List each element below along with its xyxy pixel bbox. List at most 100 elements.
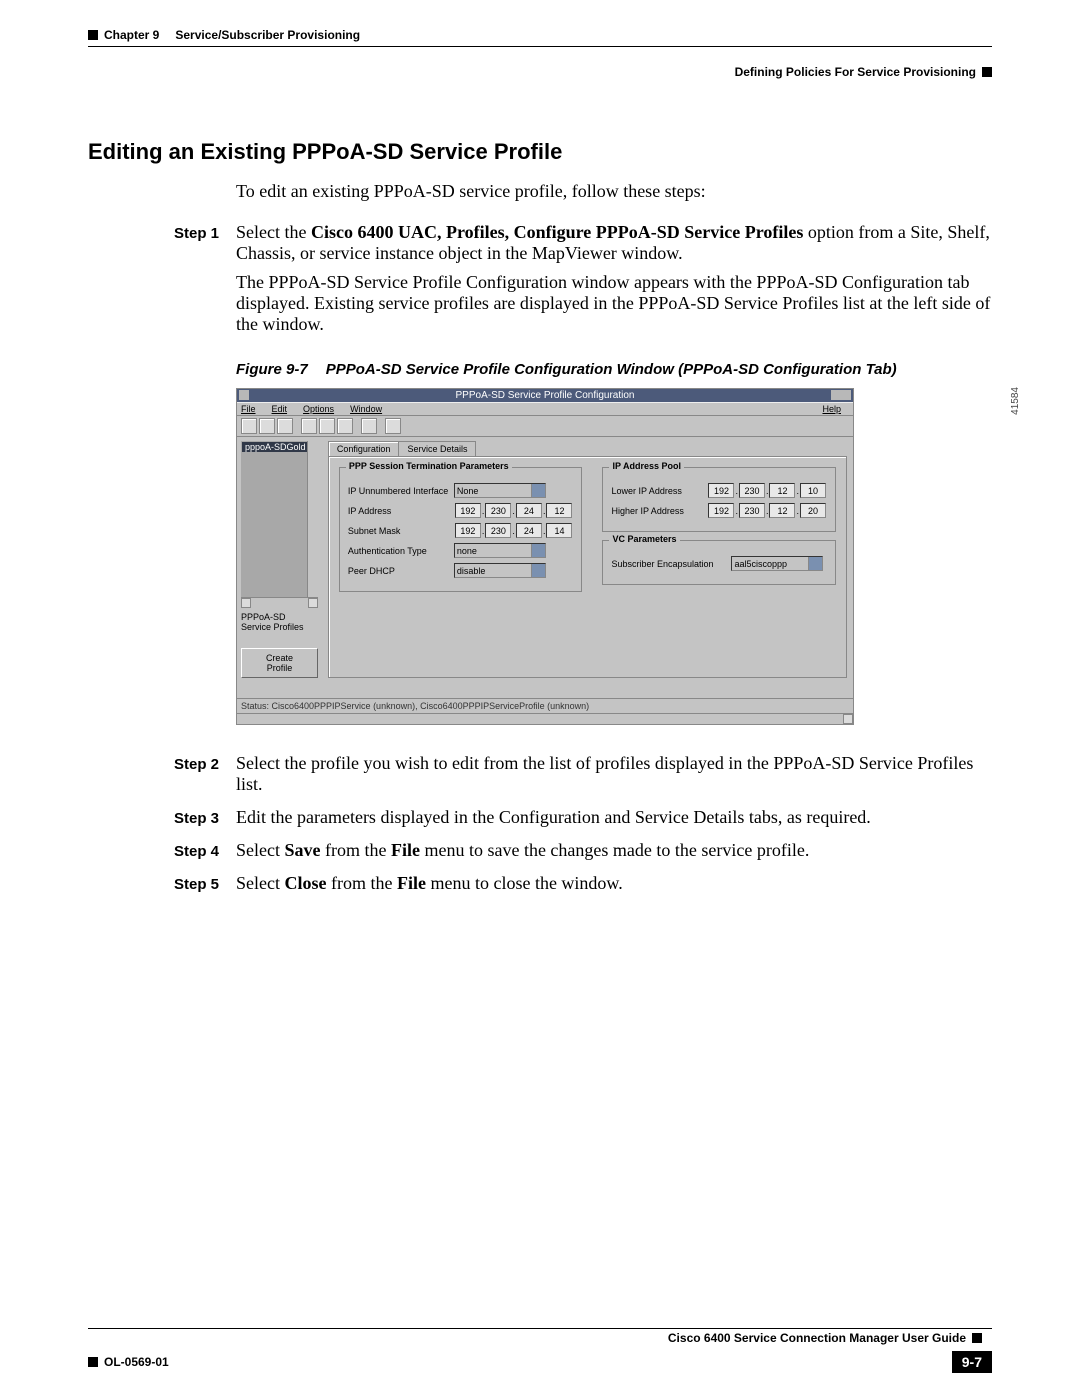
toolbar-icon[interactable]: [301, 418, 317, 434]
lower-ip-octet-input[interactable]: 230: [739, 483, 765, 498]
tab-configuration[interactable]: Configuration: [328, 441, 400, 456]
footer-guide-text: Cisco 6400 Service Connection Manager Us…: [668, 1331, 966, 1345]
step-text: from the: [326, 873, 396, 893]
subnet-octet-input[interactable]: 14: [546, 523, 572, 538]
subnet-octet-input[interactable]: 192: [455, 523, 481, 538]
tab-service-details[interactable]: Service Details: [398, 441, 476, 456]
menu-window[interactable]: Window: [350, 404, 390, 414]
menu-options[interactable]: Options: [303, 404, 342, 414]
step-text: Select: [236, 840, 284, 860]
toolbar-icon[interactable]: [241, 418, 257, 434]
figure: PPPoA-SD Service Profile Configuration F…: [236, 388, 992, 725]
toolbar-icon[interactable]: [385, 418, 401, 434]
step-3: Step 3 Edit the parameters displayed in …: [88, 807, 992, 836]
figure-title: PPPoA-SD Service Profile Configuration W…: [326, 361, 897, 378]
lower-ip-octet-input[interactable]: 12: [769, 483, 795, 498]
step-text-bold: Save: [284, 840, 320, 860]
encap-label: Subscriber Encapsulation: [611, 559, 731, 569]
higher-ip-octet-input[interactable]: 192: [708, 503, 734, 518]
profiles-hscrollbar[interactable]: [241, 597, 318, 608]
header-rule: [88, 46, 992, 47]
toolbar-help-icon[interactable]: [361, 418, 377, 434]
titlebar-sysmenu-icon[interactable]: [239, 390, 249, 400]
figure-side-number: 41584: [1010, 387, 1021, 415]
tabs: Configuration Service Details: [328, 441, 847, 456]
step-body: Edit the parameters displayed in the Con…: [236, 807, 992, 836]
ip-octet-input[interactable]: 24: [516, 503, 542, 518]
ip-pool-group: IP Address Pool Lower IP Address 192. 23…: [602, 467, 836, 532]
step-label: Step 4: [174, 840, 236, 869]
header-square-icon: [88, 30, 98, 40]
profiles-list-label: PPPoA-SD Service Profiles: [241, 612, 318, 632]
config-window: PPPoA-SD Service Profile Configuration F…: [236, 388, 854, 725]
step-text: Edit the parameters displayed in the Con…: [236, 807, 992, 828]
step-text: Select: [236, 873, 284, 893]
intro-text: To edit an existing PPPoA-SD service pro…: [236, 181, 992, 202]
step-2: Step 2 Select the profile you wish to ed…: [88, 753, 992, 803]
step-text: menu to close the window.: [426, 873, 623, 893]
ppp-legend: PPP Session Termination Parameters: [346, 461, 512, 471]
footer-docnum-text: OL-0569-01: [104, 1355, 169, 1369]
section-title: Defining Policies For Service Provisioni…: [735, 65, 976, 79]
tab-panel: Configuration Service Details PPP Sessio…: [322, 437, 853, 698]
step-body: Select the Cisco 6400 UAC, Profiles, Con…: [236, 222, 992, 343]
footer-square-icon: [972, 1333, 982, 1343]
create-profile-button[interactable]: Create Profile: [241, 648, 318, 678]
toolbar-icon[interactable]: [337, 418, 353, 434]
step-body: Select the profile you wish to edit from…: [236, 753, 992, 803]
ip-address-label: IP Address: [348, 506, 454, 516]
tab-configuration-content: PPP Session Termination Parameters IP Un…: [328, 456, 847, 678]
lower-ip-octet-input[interactable]: 10: [800, 483, 826, 498]
subnet-octet-input[interactable]: 230: [485, 523, 511, 538]
header-square-icon: [982, 67, 992, 77]
lower-ip-label: Lower IP Address: [611, 486, 707, 496]
higher-ip-label: Higher IP Address: [611, 506, 707, 516]
toolbar: [237, 416, 853, 437]
figure-caption: Figure 9-7PPPoA-SD Service Profile Confi…: [236, 361, 992, 378]
step-body: Select Save from the File menu to save t…: [236, 840, 992, 869]
toolbar-icon[interactable]: [277, 418, 293, 434]
menu-file[interactable]: File: [241, 404, 264, 414]
window-hscrollbar[interactable]: [237, 713, 853, 724]
higher-ip-octet-input[interactable]: 20: [800, 503, 826, 518]
subnet-octet-input[interactable]: 24: [516, 523, 542, 538]
ip-octet-input[interactable]: 230: [485, 503, 511, 518]
higher-ip-octet-input[interactable]: 12: [769, 503, 795, 518]
footer-rule: [88, 1328, 992, 1329]
window-title: PPPoA-SD Service Profile Configuration: [456, 390, 635, 401]
profiles-list[interactable]: pppoA-SDGold: [241, 441, 318, 597]
profile-list-item[interactable]: pppoA-SDGold: [242, 442, 309, 452]
peer-dhcp-select[interactable]: disable: [454, 563, 546, 578]
profiles-vscrollbar[interactable]: [307, 441, 318, 597]
menu-help[interactable]: Help: [822, 404, 849, 414]
step-5: Step 5 Select Close from the File menu t…: [88, 873, 992, 902]
step-body: Select Close from the File menu to close…: [236, 873, 992, 902]
toolbar-icon[interactable]: [259, 418, 275, 434]
ip-octet-input[interactable]: 192: [455, 503, 481, 518]
footer-square-icon: [88, 1357, 98, 1367]
step-text-bold: Cisco 6400 UAC, Profiles, Configure PPPo…: [311, 222, 803, 242]
vc-legend: VC Parameters: [609, 534, 679, 544]
ppp-group: PPP Session Termination Parameters IP Un…: [339, 467, 583, 592]
ip-unnumbered-select[interactable]: None: [454, 483, 546, 498]
menu-edit[interactable]: Edit: [272, 404, 296, 414]
ip-unnumbered-label: IP Unnumbered Interface: [348, 486, 454, 496]
page-title: Editing an Existing PPPoA-SD Service Pro…: [88, 139, 992, 165]
titlebar-controls-icon[interactable]: [831, 390, 851, 400]
window-titlebar: PPPoA-SD Service Profile Configuration: [237, 389, 853, 402]
auth-type-label: Authentication Type: [348, 546, 454, 556]
step-text: Select the profile you wish to edit from…: [236, 753, 992, 795]
ip-octet-input[interactable]: 12: [546, 503, 572, 518]
page-number: 9-7: [952, 1351, 992, 1373]
step-label: Step 1: [174, 222, 236, 343]
step-4: Step 4 Select Save from the File menu to…: [88, 840, 992, 869]
toolbar-icon[interactable]: [319, 418, 335, 434]
step-1: Step 1 Select the Cisco 6400 UAC, Profil…: [88, 222, 992, 343]
higher-ip-octet-input[interactable]: 230: [739, 503, 765, 518]
step-text: The PPPoA-SD Service Profile Configurati…: [236, 272, 992, 335]
encap-select[interactable]: aal5ciscoppp: [731, 556, 823, 571]
step-text: menu to save the changes made to the ser…: [420, 840, 809, 860]
lower-ip-octet-input[interactable]: 192: [708, 483, 734, 498]
step-label: Step 5: [174, 873, 236, 902]
auth-type-select[interactable]: none: [454, 543, 546, 558]
